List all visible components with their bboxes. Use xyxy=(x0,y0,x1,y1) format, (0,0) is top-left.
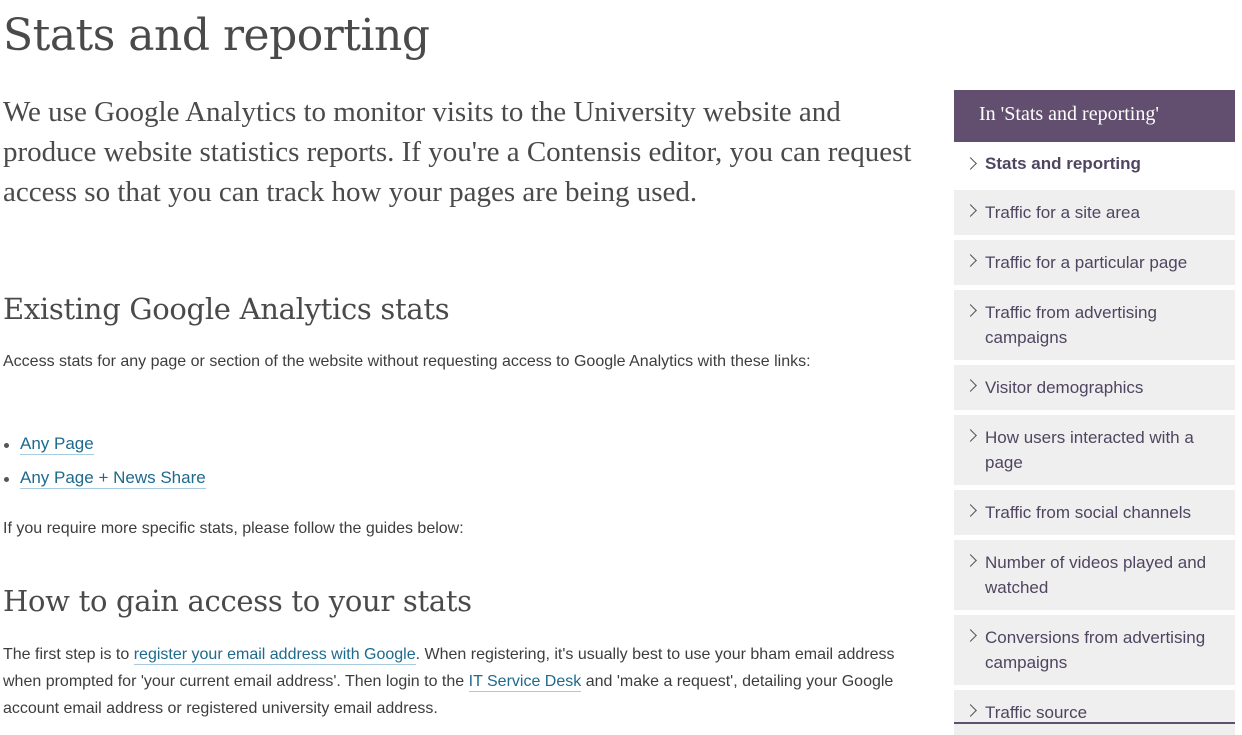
sidebar-item-label: How users interacted with a page xyxy=(985,428,1194,472)
sidebar-item-videos[interactable]: Number of videos played and watched xyxy=(954,540,1235,610)
existing-stats-intro: Access stats for any page or section of … xyxy=(3,353,811,370)
chevron-right-icon xyxy=(964,157,977,170)
chevron-right-icon xyxy=(964,204,977,217)
sidebar-item-label: Traffic for a site area xyxy=(985,203,1140,222)
chevron-right-icon xyxy=(964,704,977,717)
sidebar-item-traffic-site-area[interactable]: Traffic for a site area xyxy=(954,190,1235,235)
chevron-right-icon xyxy=(964,379,977,392)
chevron-right-icon xyxy=(964,629,977,642)
sidebar-item-visitor-demographics[interactable]: Visitor demographics xyxy=(954,365,1235,410)
list-item: Any Page xyxy=(3,427,206,461)
sidebar-item-label: Conversions from advertising campaigns xyxy=(985,628,1206,672)
sidebar-divider xyxy=(954,722,1235,724)
access-paragraph: The first step is to register your email… xyxy=(3,641,898,722)
sidebar-item-label: Visitor demographics xyxy=(985,378,1144,397)
sidebar-list: Stats and reporting Traffic for a site a… xyxy=(954,142,1235,735)
lead-paragraph: We use Google Analytics to monitor visit… xyxy=(3,96,912,208)
sidebar-item-label: Traffic for a particular page xyxy=(985,253,1188,272)
sidebar-item-traffic-particular-page[interactable]: Traffic for a particular page xyxy=(954,240,1235,285)
sidebar-item-user-interaction[interactable]: How users interacted with a page xyxy=(954,415,1235,485)
sidebar-item-conversions[interactable]: Conversions from advertising campaigns xyxy=(954,615,1235,685)
section-sidebar-nav: In 'Stats and reporting' Stats and repor… xyxy=(954,90,1235,735)
chevron-right-icon xyxy=(964,304,977,317)
sidebar-item-social-channels[interactable]: Traffic from social channels xyxy=(954,490,1235,535)
register-email-link[interactable]: register your email address with Google xyxy=(133,646,416,665)
chevron-right-icon xyxy=(964,429,977,442)
any-page-link[interactable]: Any Page xyxy=(20,434,94,455)
sidebar-item-traffic-advertising[interactable]: Traffic from advertising campaigns xyxy=(954,290,1235,360)
sidebar-item-label: Traffic from social channels xyxy=(985,503,1191,522)
sidebar-item-label: Traffic source xyxy=(985,703,1088,722)
stats-links-list: Any Page Any Page + News Share xyxy=(3,427,206,495)
chevron-right-icon xyxy=(964,554,977,567)
any-page-news-share-link[interactable]: Any Page + News Share xyxy=(20,468,206,489)
list-item: Any Page + News Share xyxy=(3,461,206,495)
page-title: Stats and reporting xyxy=(3,10,430,61)
sidebar-item-label: Stats and reporting xyxy=(985,154,1141,173)
sidebar-item-label: Number of videos played and watched xyxy=(985,553,1207,597)
heading-existing-stats: Existing Google Analytics stats xyxy=(3,292,450,326)
sidebar-item-traffic-source[interactable]: Traffic source xyxy=(954,690,1235,735)
sidebar-item-stats-and-reporting[interactable]: Stats and reporting xyxy=(954,142,1235,185)
access-text-1: The first step is to xyxy=(3,646,134,663)
sidebar-heading: In 'Stats and reporting' xyxy=(954,90,1235,142)
chevron-right-icon xyxy=(964,254,977,267)
sidebar-item-label: Traffic from advertising campaigns xyxy=(985,303,1157,347)
heading-gain-access: How to gain access to your stats xyxy=(3,584,472,618)
follow-up-text: If you require more specific stats, plea… xyxy=(3,520,464,537)
it-service-desk-link[interactable]: IT Service Desk xyxy=(468,673,582,692)
chevron-right-icon xyxy=(964,504,977,517)
